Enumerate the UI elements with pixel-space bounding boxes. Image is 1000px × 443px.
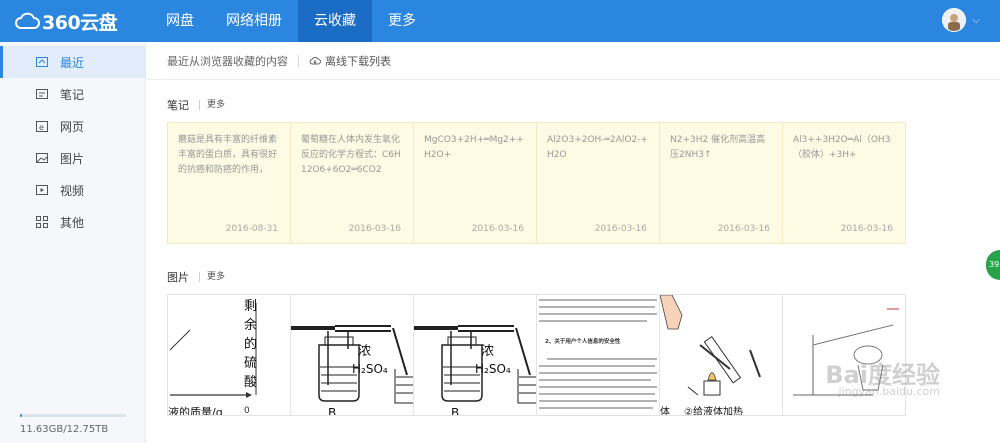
- images-more-link[interactable]: 更多: [199, 272, 225, 282]
- note-date: 2016-08-31: [225, 224, 278, 234]
- sidebar-item-label: 其他: [60, 215, 85, 230]
- sidebar-item-webpage[interactable]: e 网页: [0, 110, 145, 142]
- sidebar-item-videos[interactable]: 视频: [0, 174, 145, 206]
- note-text: N2+3H2 催化剂高温高压2NH3↑: [670, 135, 766, 160]
- svg-text:e: e: [39, 123, 44, 132]
- note-card[interactable]: Al3++3H2O═Al（OH3（胶体）+3H+ 2016-03-16: [782, 122, 906, 244]
- note-date: 2016-03-16: [348, 224, 401, 234]
- chevron-down-icon[interactable]: ⌵: [972, 15, 980, 26]
- document-image: 2、关于用户个人信息的安全性: [539, 299, 657, 409]
- notes-section-header: 笔记 更多: [167, 97, 225, 113]
- sidebar-item-notes[interactable]: 笔记: [0, 78, 145, 110]
- lab-heating-image: 体 ②给液体加热: [660, 295, 761, 416]
- note-text: Al3++3H2O═Al（OH3（胶体）+3H+: [793, 135, 891, 160]
- sub-toolbar: 最近从浏览器收藏的内容 离线下载列表: [147, 42, 1000, 80]
- avatar-image: [943, 9, 966, 31]
- sidebar-item-label: 网页: [60, 119, 85, 134]
- user-menu[interactable]: ⌵: [942, 8, 980, 32]
- note-date: 2016-03-16: [594, 224, 647, 234]
- logo[interactable]: 360云盘: [14, 0, 118, 42]
- quota-text: 11.63GB/12.75TB: [20, 424, 109, 435]
- bottle-formula: H₂SO₄: [475, 362, 511, 376]
- note-card[interactable]: N2+3H2 催化剂高温高压2NH3↑ 2016-03-16: [659, 122, 783, 244]
- image-thumbnail[interactable]: 浓 H₂SO₄ B: [290, 294, 414, 416]
- image-icon: [36, 152, 48, 164]
- logo-text: 360云盘: [42, 11, 118, 34]
- bottle-letter: B: [451, 406, 459, 416]
- notes-more-link[interactable]: 更多: [199, 100, 225, 110]
- lab-caption: ②给液体加热: [684, 405, 743, 416]
- images-section-title: 图片: [167, 271, 189, 284]
- sidebar: 最近 笔记 e 网页 图片 视频 其他 11.63GB/12.75TB: [0, 42, 146, 443]
- quota-fill: [20, 414, 23, 417]
- graph-zero-label: 0: [244, 406, 250, 416]
- nav-item-favorites[interactable]: 云收藏: [298, 0, 372, 42]
- sidebar-item-label: 最近: [60, 55, 85, 70]
- nav-item-album[interactable]: 网络相册: [210, 0, 298, 42]
- offline-download-label: 离线下载列表: [325, 54, 391, 68]
- note-text: MgCO3+2H+═Mg2++H2O+: [424, 135, 524, 160]
- bottle-formula: H₂SO₄: [352, 362, 388, 376]
- image-thumbnail[interactable]: 浓 H₂SO₄ B: [413, 294, 537, 416]
- graph-vertical-label: 剩余的硫酸: [244, 299, 258, 390]
- images-list: 0 液的质量/g 剩余的硫酸 浓 H₂SO₄ B 浓 H₂SO₄ B 2、关于用…: [167, 294, 912, 416]
- sidebar-item-recent[interactable]: 最近: [0, 46, 145, 78]
- sidebar-item-label: 笔记: [60, 87, 85, 102]
- lab-left-label: 体: [660, 406, 670, 416]
- watermark-url: jingyan.baidu.com: [838, 385, 940, 398]
- note-text: 葡萄糖在人体内发生氧化反应的化学方程式：C6H12O6+6O2═6CO2: [301, 135, 401, 175]
- webpage-icon: e: [36, 120, 48, 132]
- top-bar: 360云盘 网盘 网络相册 云收藏 更多 ⌵: [0, 0, 1000, 42]
- bottle-label: 浓: [481, 344, 494, 359]
- note-card[interactable]: 蘑菇是具有丰富的纤维素丰富的蛋白质，具有很好的抗癌和防癌的作用， 2016-08…: [167, 122, 291, 244]
- note-card[interactable]: MgCO3+2H+═Mg2++H2O+ 2016-03-16: [413, 122, 537, 244]
- graph-axis-label: 液的质量/g: [168, 405, 223, 416]
- other-icon: [36, 216, 48, 228]
- sidebar-item-label: 图片: [60, 151, 85, 166]
- sidebar-item-label: 视频: [60, 183, 85, 198]
- gas-bottle-image: 浓 H₂SO₄ B: [291, 325, 413, 416]
- section-description: 最近从浏览器收藏的内容: [167, 54, 288, 68]
- notes-list: 蘑菇是具有丰富的纤维素丰富的蛋白质，具有很好的抗癌和防癌的作用， 2016-08…: [167, 122, 912, 244]
- note-text: Al2O3+2OH-═2AlO2-+H2O: [547, 135, 648, 160]
- nav-item-disk[interactable]: 网盘: [150, 0, 210, 42]
- nav-item-more[interactable]: 更多: [372, 0, 432, 42]
- note-card[interactable]: Al2O3+2OH-═2AlO2-+H2O 2016-03-16: [536, 122, 660, 244]
- image-thumbnail[interactable]: 体 ②给液体加热: [659, 294, 783, 416]
- cloud-download-icon: [309, 56, 321, 64]
- recent-icon: [36, 56, 48, 68]
- avatar[interactable]: [942, 8, 967, 32]
- note-date: 2016-03-16: [840, 224, 893, 234]
- offline-download-button[interactable]: 离线下载列表: [309, 53, 391, 69]
- divider: [298, 54, 299, 67]
- bottle-label: 浓: [358, 344, 371, 359]
- note-date: 2016-03-16: [717, 224, 770, 234]
- notes-section-title: 笔记: [167, 99, 189, 112]
- sidebar-item-images[interactable]: 图片: [0, 142, 145, 174]
- video-icon: [36, 184, 48, 196]
- quota-bar: [20, 414, 126, 417]
- note-text: 蘑菇是具有丰富的纤维素丰富的蛋白质，具有很好的抗癌和防癌的作用，: [178, 135, 278, 175]
- main-nav: 网盘 网络相册 云收藏 更多: [150, 0, 432, 42]
- image-thumbnail[interactable]: 2、关于用户个人信息的安全性: [536, 294, 660, 416]
- bottle-letter: B: [328, 406, 336, 416]
- sidebar-item-other[interactable]: 其他: [0, 206, 145, 238]
- graph-image: 0 液的质量/g: [168, 303, 257, 416]
- note-date: 2016-03-16: [471, 224, 524, 234]
- note-card[interactable]: 葡萄糖在人体内发生氧化反应的化学方程式：C6H12O6+6O2═6CO2 201…: [290, 122, 414, 244]
- document-heading: 2、关于用户个人信息的安全性: [545, 337, 621, 345]
- note-icon: [36, 88, 48, 100]
- images-section-header: 图片 更多: [167, 269, 225, 285]
- cloud-logo-icon: [15, 12, 40, 29]
- image-thumbnail[interactable]: 0 液的质量/g 剩余的硫酸: [167, 294, 291, 416]
- gas-bottle-image: 浓 H₂SO₄ B: [414, 325, 536, 416]
